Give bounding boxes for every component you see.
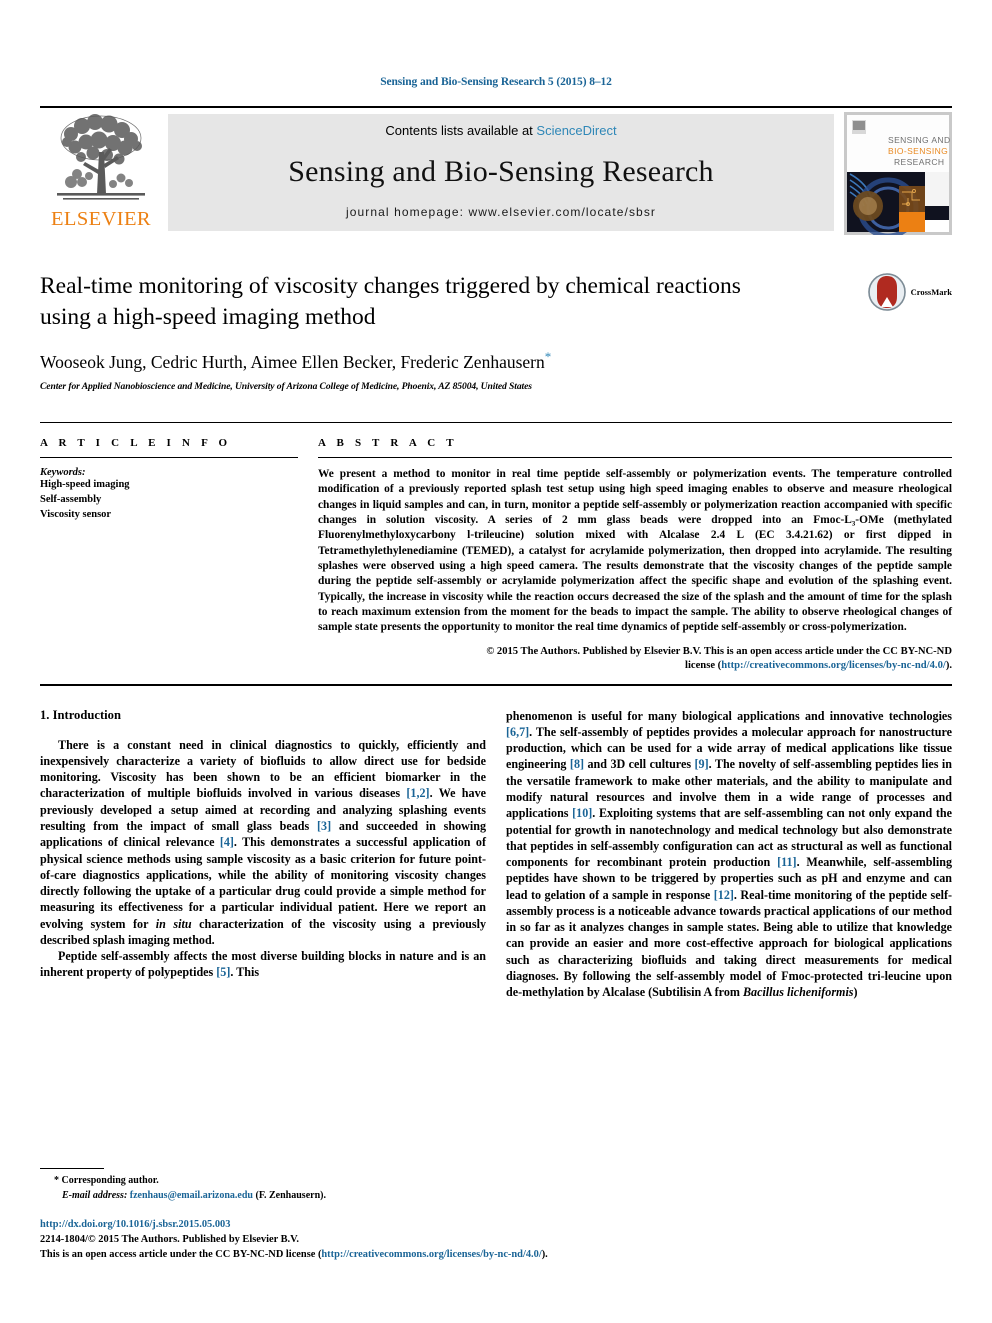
citation-ref[interactable]: [12] <box>714 888 734 902</box>
email-label: E-mail address: <box>62 1189 128 1201</box>
keyword-item: Viscosity sensor <box>40 508 112 520</box>
abstract-column: A B S T R A C T We present a method to m… <box>318 437 952 673</box>
crossmark-badge[interactable]: CrossMark <box>867 273 952 311</box>
article-info-heading: A R T I C L E I N F O <box>40 436 232 449</box>
svg-text:SENSING AND: SENSING AND <box>888 135 951 145</box>
corresponding-author-marker: * <box>544 349 552 365</box>
paper-page: Sensing and Bio-Sensing Research 5 (2015… <box>0 0 992 1323</box>
license-line: This is an open access article under the… <box>40 1248 740 1263</box>
citation-ref[interactable]: [6,7] <box>506 725 529 739</box>
journal-cover-thumbnail: SENSING AND BIO-SENSING RESEARCH <box>844 112 952 239</box>
keyword-item: High-speed imaging <box>40 478 130 490</box>
license-link[interactable]: http://creativecommons.org/licenses/by-n… <box>721 660 946 671</box>
doi-line: http://dx.doi.org/10.1016/j.sbsr.2015.05… <box>40 1218 740 1233</box>
svg-text:RESEARCH: RESEARCH <box>894 157 944 167</box>
text-run: . Real-time monitoring of the peptide se… <box>506 887 953 1000</box>
text-run: and 3D cell cultures <box>584 757 695 772</box>
footnote-text: Corresponding author. <box>61 1175 159 1186</box>
section-heading-introduction: 1. Introduction <box>40 707 121 722</box>
text-run-italic: Bacillus licheniformis <box>742 985 854 1000</box>
affiliation: Center for Applied Nanobioscience and Me… <box>40 380 532 392</box>
contents-prefix: Contents lists available at <box>385 123 537 138</box>
imprint-block: http://dx.doi.org/10.1016/j.sbsr.2015.05… <box>40 1218 740 1263</box>
footnote-block: * Corresponding author. E-mail address: … <box>40 1168 495 1203</box>
author-names: Wooseok Jung, Cedric Hurth, Aimee Ellen … <box>40 351 545 372</box>
author-list: Wooseok Jung, Cedric Hurth, Aimee Ellen … <box>40 349 952 373</box>
divider <box>40 683 952 686</box>
keywords-label: Keywords: <box>40 466 86 478</box>
doi-link[interactable]: http://dx.doi.org/10.1016/j.sbsr.2015.05… <box>40 1219 230 1230</box>
license-line-prefix: This is an open access article under the… <box>40 1248 322 1260</box>
journal-masthead: ELSEVIER Contents lists available at Sci… <box>40 106 952 239</box>
copyright-line: © 2015 The Authors. Published by Elsevie… <box>486 645 952 657</box>
crossmark-icon <box>867 273 906 311</box>
running-head: Sensing and Bio-Sensing Research 5 (2015… <box>380 76 612 88</box>
journal-cover-image: SENSING AND BIO-SENSING RESEARCH <box>844 112 952 239</box>
text-run: ) <box>853 985 858 1000</box>
email-note: E-mail address: fzenhaus@email.arizona.e… <box>40 1189 495 1204</box>
email-suffix: (F. Zenhausern). <box>255 1189 326 1201</box>
citation-ref[interactable]: [1,2] <box>406 786 429 800</box>
citation-ref[interactable]: [11] <box>777 855 796 869</box>
article-body: 1. Introduction There is a constant need… <box>40 708 952 1001</box>
article-info-column: A R T I C L E I N F O Keywords: High-spe… <box>40 437 318 673</box>
citation-ref[interactable]: [4] <box>220 835 234 849</box>
svg-text:BIO-SENSING: BIO-SENSING <box>888 146 948 156</box>
citation-ref[interactable]: [3] <box>317 819 331 833</box>
elsevier-wordmark: ELSEVIER <box>51 208 151 230</box>
article-title-block: Real-time monitoring of viscosity change… <box>40 271 952 392</box>
abstract-heading: A B S T R A C T <box>318 436 458 449</box>
elsevier-tree-icon <box>57 114 145 200</box>
body-column-left: 1. Introduction There is a constant need… <box>40 708 486 1001</box>
abstract-text: We present a method to monitor in real t… <box>318 467 952 634</box>
elsevier-logo: ELSEVIER <box>40 108 162 237</box>
email-link[interactable]: fzenhaus@email.arizona.edu <box>130 1190 253 1201</box>
journal-homepage: journal homepage: www.elsevier.com/locat… <box>345 205 657 219</box>
crossmark-label: CrossMark <box>910 287 952 297</box>
info-abstract-region: A R T I C L E I N F O Keywords: High-spe… <box>40 421 952 673</box>
footnote-star: * <box>54 1175 59 1186</box>
keywords-list: High-speed imaging Self-assembly Viscosi… <box>40 478 298 523</box>
footnote-rule <box>40 1168 104 1169</box>
text-run: phenomenon is useful for many biological… <box>506 708 952 723</box>
license-link-footer[interactable]: http://creativecommons.org/licenses/by-n… <box>321 1249 541 1260</box>
text-run: . This <box>230 965 260 980</box>
page-title: Real-time monitoring of viscosity change… <box>40 273 741 330</box>
abstract-copyright: © 2015 The Authors. Published by Elsevie… <box>318 645 952 673</box>
paragraph: There is a constant need in clinical dia… <box>40 737 486 948</box>
license-prefix: license ( <box>685 659 722 671</box>
divider <box>318 456 952 458</box>
issn-line: 2214-1804/© 2015 The Authors. Published … <box>40 1233 299 1245</box>
corresponding-author-note: * Corresponding author. <box>40 1174 495 1189</box>
text-run: Peptide self-assembly affects the most d… <box>40 949 486 980</box>
license-line-suffix: ). <box>541 1248 548 1260</box>
paragraph: Peptide self-assembly affects the most d… <box>40 948 486 981</box>
divider <box>40 456 298 458</box>
sciencedirect-link[interactable]: ScienceDirect <box>536 123 616 138</box>
text-run-italic: in situ <box>155 916 192 931</box>
keyword-item: Self-assembly <box>40 493 102 505</box>
journal-band: Contents lists available at ScienceDirec… <box>168 114 834 231</box>
citation-ref[interactable]: [5] <box>216 965 230 979</box>
contents-available-line: Contents lists available at ScienceDirec… <box>385 123 616 138</box>
citation-ref[interactable]: [8] <box>570 757 584 771</box>
body-column-right: phenomenon is useful for many biological… <box>506 708 952 1001</box>
license-suffix: ). <box>945 659 952 671</box>
citation-ref[interactable]: [9] <box>695 757 709 771</box>
paragraph: phenomenon is useful for many biological… <box>506 708 952 1001</box>
citation-ref[interactable]: [10] <box>572 806 592 820</box>
journal-title: Sensing and Bio-Sensing Research <box>288 154 714 188</box>
